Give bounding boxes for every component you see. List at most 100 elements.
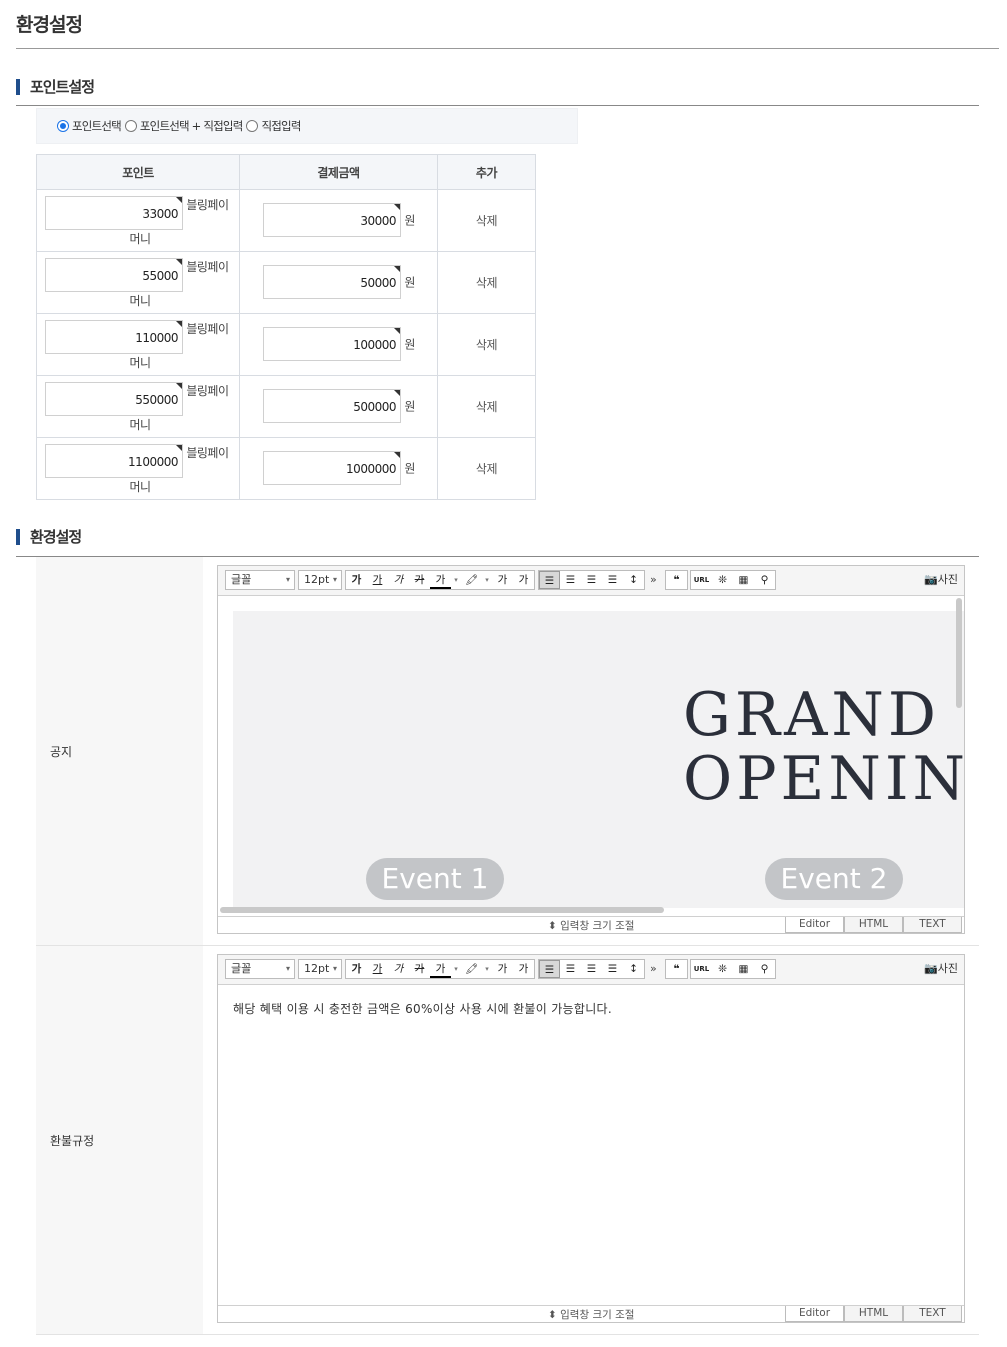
payment-input[interactable]: 1000000	[263, 451, 401, 485]
search-icon[interactable]: ⚲	[754, 960, 775, 978]
align-center-icon[interactable]: ☰	[560, 571, 581, 589]
font-family-select[interactable]: 글꼴	[225, 959, 295, 979]
point-input[interactable]: 1100000	[45, 444, 183, 478]
font-color-dropdown-icon[interactable]: ▾	[451, 571, 461, 589]
payment-input[interactable]: 50000	[263, 265, 401, 299]
radio-button[interactable]	[246, 120, 259, 132]
notice-edit-area[interactable]: GRAND OPENING Event 1 Event 2	[218, 596, 964, 916]
more-icon[interactable]: »	[650, 570, 657, 590]
highlight-dropdown-icon[interactable]: ▾	[482, 960, 492, 978]
table-row: 1100000 블링페이 머니 1000000 원 삭제	[36, 437, 537, 500]
bold-button[interactable]: 가	[346, 571, 367, 589]
photo-button[interactable]: 📷사진	[924, 960, 958, 978]
link-button[interactable]: URL	[691, 960, 712, 978]
superscript-button[interactable]: 가	[492, 960, 513, 978]
font-color-dropdown-icon[interactable]: ▾	[451, 960, 461, 978]
payment-input[interactable]: 100000	[263, 327, 401, 361]
point-input[interactable]: 55000	[45, 258, 183, 292]
strikethrough-button[interactable]: 가	[409, 960, 430, 978]
radio-point-select-direct[interactable]: 포인트선택 + 직접입력	[124, 118, 243, 134]
photo-button[interactable]: 📷사진	[924, 571, 958, 589]
delete-link[interactable]: 삭제	[436, 375, 537, 438]
vertical-scrollbar[interactable]	[956, 598, 962, 708]
font-color-button[interactable]: 가	[430, 571, 451, 589]
refund-policy-text: 해당 혜택 이용 시 충전한 금액은 60%이상 사용 시에 환불이 가능합니다…	[233, 1002, 613, 1016]
font-family-select[interactable]: 글꼴	[225, 570, 295, 590]
font-color-button[interactable]: 가	[430, 960, 451, 978]
delete-link[interactable]: 삭제	[436, 313, 537, 376]
quote-icon[interactable]: ❝	[666, 571, 687, 589]
align-left-icon[interactable]: ☰	[539, 571, 560, 589]
radio-button[interactable]	[124, 120, 137, 132]
align-left-icon[interactable]: ☰	[539, 960, 560, 978]
underline-button[interactable]: 가	[367, 960, 388, 978]
italic-button[interactable]: 가	[388, 571, 409, 589]
payment-unit: 원	[404, 399, 415, 414]
delete-link[interactable]: 삭제	[436, 437, 537, 500]
highlight-icon[interactable]: 🖍	[461, 960, 482, 978]
delete-link[interactable]: 삭제	[436, 189, 537, 252]
point-unit: 블링페이	[186, 198, 229, 212]
highlight-icon[interactable]: 🖍	[461, 571, 482, 589]
point-input[interactable]: 33000	[45, 196, 183, 230]
superscript-button[interactable]: 가	[492, 571, 513, 589]
special-char-icon[interactable]: ❊	[712, 960, 733, 978]
font-size-select[interactable]: 12pt	[298, 570, 342, 590]
quote-icon[interactable]: ❝	[666, 960, 687, 978]
photo-button-label: 사진	[937, 573, 958, 586]
tab-text[interactable]: TEXT	[903, 1306, 962, 1322]
italic-button[interactable]: 가	[388, 960, 409, 978]
point-mode-radio-group: 포인트선택 포인트선택 + 직접입력 직접입력	[36, 108, 578, 144]
tab-editor[interactable]: Editor	[785, 917, 844, 933]
more-icon[interactable]: »	[650, 959, 657, 979]
table-icon[interactable]: ▦	[733, 960, 754, 978]
bold-button[interactable]: 가	[346, 960, 367, 978]
tab-editor[interactable]: Editor	[785, 1306, 844, 1322]
point-unit: 블링페이	[186, 446, 229, 460]
payment-input[interactable]: 500000	[263, 389, 401, 423]
banner-heading: GRAND OPENING	[683, 683, 964, 811]
align-right-icon[interactable]: ☰	[581, 960, 602, 978]
line-height-icon[interactable]: ↕	[623, 960, 644, 978]
point-input[interactable]: 110000	[45, 320, 183, 354]
config-section-title: 환경설정	[16, 529, 82, 545]
subscript-button[interactable]: 가	[513, 960, 534, 978]
tab-text[interactable]: TEXT	[903, 917, 962, 933]
search-icon[interactable]: ⚲	[754, 571, 775, 589]
align-justify-icon[interactable]: ☰	[602, 960, 623, 978]
line-height-icon[interactable]: ↕	[623, 571, 644, 589]
strikethrough-button[interactable]: 가	[409, 571, 430, 589]
event-2-pill: Event 2	[765, 858, 903, 900]
refund-edit-area[interactable]: 해당 혜택 이용 시 충전한 금액은 60%이상 사용 시에 환불이 가능합니다…	[218, 985, 964, 1305]
horizontal-scrollbar[interactable]	[220, 907, 664, 913]
insert-group: URL ❊ ▦ ⚲	[690, 570, 776, 590]
point-unit-cont: 머니	[129, 480, 151, 494]
table-row: 550000 블링페이 머니 500000 원 삭제	[36, 375, 537, 438]
align-right-icon[interactable]: ☰	[581, 571, 602, 589]
table-icon[interactable]: ▦	[733, 571, 754, 589]
link-button[interactable]: URL	[691, 571, 712, 589]
align-justify-icon[interactable]: ☰	[602, 571, 623, 589]
resize-handle[interactable]: ⬍ 입력창 크기 조절	[548, 1307, 634, 1322]
refund-label: 환불규정	[50, 1134, 95, 1148]
radio-direct-input[interactable]: 직접입력	[246, 118, 301, 134]
camera-icon: 📷	[924, 962, 938, 975]
table-row: 110000 블링페이 머니 100000 원 삭제	[36, 313, 537, 376]
tab-html[interactable]: HTML	[844, 1306, 903, 1322]
point-table: 포인트 결제금액 추가 33000 블링페이 머니 30000 원 삭제 550…	[36, 154, 537, 500]
radio-button[interactable]	[57, 120, 69, 132]
subscript-button[interactable]: 가	[513, 571, 534, 589]
special-char-icon[interactable]: ❊	[712, 571, 733, 589]
payment-input[interactable]: 30000	[263, 203, 401, 237]
radio-label: 포인트선택 + 직접입력	[139, 119, 243, 133]
align-center-icon[interactable]: ☰	[560, 960, 581, 978]
point-input[interactable]: 550000	[45, 382, 183, 416]
radio-point-select[interactable]: 포인트선택	[57, 118, 122, 134]
resize-handle[interactable]: ⬍ 입력창 크기 조절	[548, 918, 634, 933]
tab-html[interactable]: HTML	[844, 917, 903, 933]
delete-link[interactable]: 삭제	[436, 251, 537, 314]
underline-button[interactable]: 가	[367, 571, 388, 589]
font-size-select[interactable]: 12pt	[298, 959, 342, 979]
photo-button-label: 사진	[937, 962, 958, 975]
highlight-dropdown-icon[interactable]: ▾	[482, 571, 492, 589]
